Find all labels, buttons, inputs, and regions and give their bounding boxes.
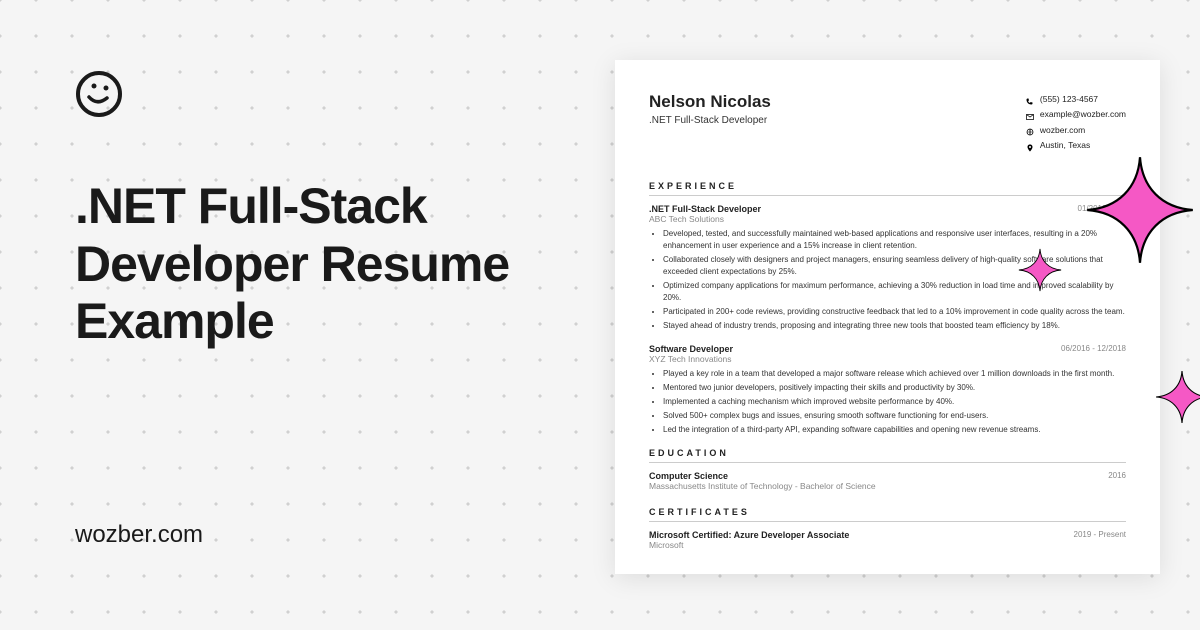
contact-email-text: example@wozber.com — [1040, 107, 1126, 122]
sparkle-decoration-icon — [1018, 248, 1062, 292]
certificate-dates: 2019 - Present — [1074, 530, 1126, 540]
contact-location-text: Austin, Texas — [1040, 138, 1090, 153]
globe-icon — [1026, 126, 1034, 134]
job-title: .NET Full-Stack Developer — [649, 204, 761, 214]
bullet-item: Implemented a caching mechanism which im… — [663, 396, 1126, 408]
contact-email: example@wozber.com — [1026, 107, 1126, 122]
resume-name: Nelson Nicolas — [649, 92, 771, 112]
job-bullets: Played a key role in a team that develop… — [649, 368, 1126, 436]
certificates-heading: CERTIFICATES — [649, 507, 1126, 522]
sparkle-decoration-icon — [1155, 370, 1200, 424]
bullet-item: Participated in 200+ code reviews, provi… — [663, 306, 1126, 318]
bullet-item: Stayed ahead of industry trends, proposi… — [663, 320, 1126, 332]
contact-phone-text: (555) 123-4567 — [1040, 92, 1098, 107]
certificate-issuer: Microsoft — [649, 540, 1126, 550]
phone-icon — [1026, 96, 1034, 104]
job-entry: Software Developer 06/2016 - 12/2018 XYZ… — [649, 344, 1126, 436]
contact-website-text: wozber.com — [1040, 123, 1085, 138]
education-year: 2016 — [1108, 471, 1126, 481]
certificate-entry: Microsoft Certified: Azure Developer Ass… — [649, 530, 1126, 550]
contact-location: Austin, Texas — [1026, 138, 1126, 153]
certificate-name: Microsoft Certified: Azure Developer Ass… — [649, 530, 849, 540]
sparkle-decoration-icon — [1085, 155, 1195, 265]
email-icon — [1026, 111, 1034, 119]
job-company: XYZ Tech Innovations — [649, 354, 1126, 364]
education-degree: Computer Science — [649, 471, 728, 481]
bullet-item: Mentored two junior developers, positive… — [663, 382, 1126, 394]
location-icon — [1026, 142, 1034, 150]
bullet-item: Solved 500+ complex bugs and issues, ens… — [663, 410, 1126, 422]
bullet-item: Played a key role in a team that develop… — [663, 368, 1126, 380]
education-heading: EDUCATION — [649, 448, 1126, 463]
experience-heading: EXPERIENCE — [649, 181, 1126, 196]
job-company: ABC Tech Solutions — [649, 214, 1126, 224]
job-title: Software Developer — [649, 344, 733, 354]
wozber-logo-icon — [75, 70, 123, 118]
page-headline: .NET Full-Stack Developer Resume Example — [75, 178, 575, 351]
contact-list: (555) 123-4567 example@wozber.com wozber… — [1026, 92, 1126, 153]
job-dates: 06/2016 - 12/2018 — [1061, 344, 1126, 354]
bullet-item: Led the integration of a third-party API… — [663, 424, 1126, 436]
site-url: wozber.com — [75, 521, 575, 549]
contact-phone: (555) 123-4567 — [1026, 92, 1126, 107]
education-entry: Computer Science 2016 Massachusetts Inst… — [649, 471, 1126, 491]
left-panel: .NET Full-Stack Developer Resume Example… — [75, 70, 575, 549]
education-school: Massachusetts Institute of Technology - … — [649, 481, 1126, 491]
contact-website: wozber.com — [1026, 123, 1126, 138]
resume-preview: Nelson Nicolas .NET Full-Stack Developer… — [615, 60, 1160, 574]
resume-job-title: .NET Full-Stack Developer — [649, 115, 771, 126]
resume-header: Nelson Nicolas .NET Full-Stack Developer… — [649, 92, 1126, 153]
